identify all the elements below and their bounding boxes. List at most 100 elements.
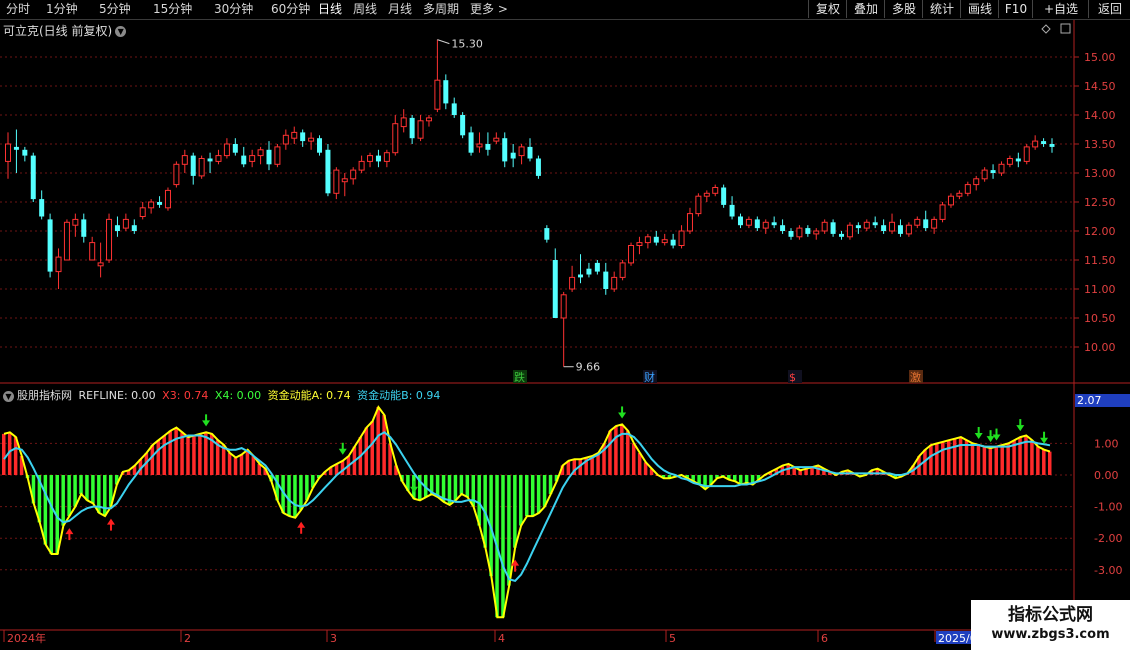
candle	[544, 225, 550, 243]
candle	[1041, 138, 1047, 147]
price-axis-label: 12.50	[1084, 196, 1116, 209]
candle-body	[569, 276, 576, 290]
statistics-button[interactable]: 统计	[922, 0, 961, 18]
candle-body	[998, 163, 1005, 174]
candle	[350, 167, 357, 185]
chart-canvas: 15.00 14.50 14.00 13.50 13.00 12.50 12.00 11.50…	[0, 20, 1130, 645]
candle	[712, 184, 719, 197]
candle-body	[745, 218, 752, 226]
candle-body	[805, 228, 811, 234]
candle	[914, 216, 921, 229]
candle	[291, 126, 298, 144]
time-axis-label: 4	[498, 632, 505, 645]
histogram-bar	[293, 475, 297, 518]
histogram-bar	[620, 424, 624, 475]
low-price-label: 9.66	[576, 361, 601, 374]
candle-body	[594, 262, 600, 272]
candle	[569, 265, 576, 292]
candle-body	[821, 221, 828, 232]
watermark-url: www.zbgs3.com	[991, 627, 1110, 642]
add-watchlist-button[interactable]: +自选	[1032, 0, 1089, 18]
candle	[830, 219, 836, 237]
candle-body	[367, 155, 374, 162]
down-arrow-head	[338, 448, 347, 455]
candle-body	[788, 231, 794, 237]
price-axis-label: 11.50	[1084, 254, 1116, 267]
candle-body	[839, 233, 845, 237]
candle-body	[636, 242, 643, 247]
draw-line-button[interactable]: 画线	[960, 0, 999, 18]
candle-body	[383, 152, 390, 162]
overlay-button[interactable]: 叠加	[846, 0, 885, 18]
histogram-bar	[525, 475, 529, 517]
histogram-bar	[982, 446, 987, 475]
candle-body	[670, 239, 676, 246]
indicator-name[interactable]: 股朋指标网	[17, 389, 72, 402]
tab-1min[interactable]: 1分钟	[46, 1, 78, 17]
indicator-menu-icon[interactable]: ▼	[3, 391, 14, 402]
candle-body	[721, 187, 727, 205]
candle-body	[661, 239, 668, 244]
candle-body	[931, 218, 938, 229]
candle	[881, 219, 887, 234]
candle	[148, 199, 155, 214]
tab-30min[interactable]: 30分钟	[214, 1, 253, 17]
histogram-bar	[614, 426, 618, 475]
fuquan-button[interactable]: 复权	[808, 0, 847, 18]
candle	[157, 196, 163, 208]
histogram-bar	[608, 430, 612, 475]
candle	[434, 39, 441, 113]
tab-multi-period[interactable]: 多周期	[423, 1, 459, 17]
candle-body	[122, 218, 129, 229]
tab-monthly[interactable]: 月线	[388, 1, 412, 17]
price-axis-label: 14.50	[1084, 80, 1116, 93]
histogram-bar	[507, 475, 511, 586]
candle-body	[30, 155, 36, 200]
histogram-bar	[174, 427, 178, 475]
time-axis-label: 2	[184, 632, 191, 645]
tab-daily[interactable]: 日线	[318, 1, 342, 17]
price-axis-label: 10.00	[1084, 341, 1116, 354]
candle-body	[55, 256, 62, 273]
histogram-bar	[180, 432, 184, 475]
back-button[interactable]: 返回	[1088, 0, 1130, 18]
histogram-bar	[530, 475, 535, 517]
tab-more[interactable]: 更多 >	[470, 1, 508, 17]
candle-body	[762, 221, 769, 229]
histogram-bar	[1048, 451, 1052, 475]
candle-body	[990, 170, 996, 173]
event-marker: $	[789, 371, 796, 384]
candle-body	[13, 146, 19, 150]
multi-stock-button[interactable]: 多股	[884, 0, 923, 18]
candle-body	[510, 152, 516, 159]
f10-button[interactable]: F10	[998, 0, 1033, 18]
candle-body	[923, 219, 929, 229]
candle	[232, 138, 238, 156]
candle	[257, 146, 264, 165]
tab-5min[interactable]: 5分钟	[99, 1, 131, 17]
candle	[603, 262, 609, 295]
candle-body	[89, 242, 96, 261]
price-axis-label: 15.00	[1084, 51, 1116, 64]
dropdown-chevron-icon[interactable]: ▼	[115, 26, 127, 37]
tab-fenshi[interactable]: 分时	[6, 1, 30, 17]
candle	[846, 222, 853, 240]
candle-body	[223, 143, 230, 157]
candle-body	[544, 228, 550, 240]
candle	[611, 271, 618, 292]
histogram-bar	[626, 430, 630, 475]
time-axis-label: 6	[821, 632, 828, 645]
histogram-bar	[519, 475, 523, 526]
candle	[754, 216, 760, 231]
candle-body	[964, 184, 971, 194]
candle-body	[603, 271, 609, 289]
histogram-bar	[453, 475, 458, 501]
histogram-bar	[67, 475, 71, 517]
tab-weekly[interactable]: 周线	[353, 1, 377, 17]
candle-body	[39, 199, 45, 217]
candle	[771, 216, 777, 229]
time-axis-label: 3	[330, 632, 337, 645]
period-toolbar: 分时 1分钟 5分钟 15分钟 30分钟 60分钟 日线 周线 月线 多周期 更…	[0, 0, 1130, 20]
tab-60min[interactable]: 60分钟	[271, 1, 310, 17]
tab-15min[interactable]: 15分钟	[153, 1, 192, 17]
